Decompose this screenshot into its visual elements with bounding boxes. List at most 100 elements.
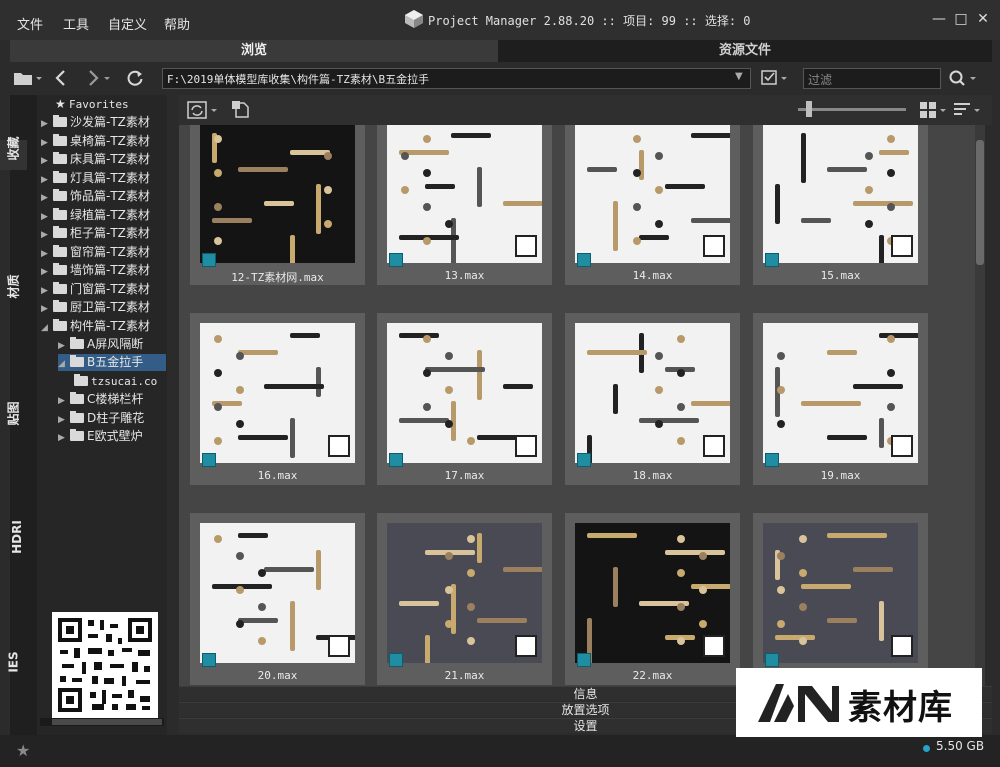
- tree-item[interactable]: ▶ 墙饰篇-TZ素材: [41, 262, 150, 279]
- tree-child-item[interactable]: ▶ A屏风隔断: [58, 336, 143, 353]
- thumbnail-card[interactable]: 23.max: [753, 513, 928, 685]
- chevron-right-icon[interactable]: ▶: [41, 135, 53, 152]
- handle-shape: [238, 533, 268, 538]
- maximize-button[interactable]: □: [952, 10, 970, 28]
- tree-item[interactable]: ◢ 构件篇-TZ素材: [41, 318, 150, 335]
- tree-item[interactable]: ▶ 桌椅篇-TZ素材: [41, 133, 150, 150]
- thumbnail-card[interactable]: 12-TZ素材网.max: [190, 125, 365, 285]
- chevron-right-icon[interactable]: ▶: [41, 264, 53, 281]
- search-icon[interactable]: [948, 69, 980, 87]
- vtab-materials[interactable]: 材质: [0, 274, 27, 308]
- tree-item[interactable]: ▶ 门窗篇-TZ素材: [41, 281, 150, 298]
- handle-shape: [238, 435, 288, 440]
- tab-assets[interactable]: 资源文件: [498, 40, 992, 62]
- tree-item-label: 灯具篇-TZ素材: [70, 170, 150, 185]
- forward-icon[interactable]: [86, 69, 114, 87]
- chevron-right-icon[interactable]: ▶: [58, 338, 70, 355]
- thumbnail-card[interactable]: 22.max: [565, 513, 740, 685]
- tree-item[interactable]: ▶ 沙发篇-TZ素材: [41, 114, 150, 131]
- knob-shape: [258, 637, 266, 645]
- chevron-right-icon[interactable]: ▶: [41, 301, 53, 318]
- thumbnail-card[interactable]: 17.max: [377, 313, 552, 485]
- handle-shape: [691, 584, 731, 589]
- sync-icon[interactable]: [186, 99, 220, 121]
- thumbnail-card[interactable]: 19.max: [753, 313, 939, 485]
- handle-shape: [212, 218, 252, 223]
- tree-child-item[interactable]: tzsucai.co: [74, 373, 157, 390]
- chevron-right-icon[interactable]: ▶: [41, 116, 53, 133]
- knob-shape: [236, 586, 244, 594]
- tree-favorites[interactable]: ★ Favorites: [55, 96, 129, 113]
- handle-shape: [801, 401, 861, 406]
- vtab-textures[interactable]: 贴图: [0, 401, 27, 435]
- star-icon[interactable]: ★: [16, 741, 30, 760]
- path-input[interactable]: F:\2019单体模型库收集\构件篇-TZ素材\B五金拉手: [162, 68, 751, 89]
- 3dsmax-file-icon: [765, 253, 779, 267]
- chevron-right-icon[interactable]: ▶: [41, 246, 53, 263]
- tree-item[interactable]: ▶ 床具篇-TZ素材: [41, 151, 150, 168]
- menu-file[interactable]: 文件: [17, 14, 43, 33]
- thumbnail-card[interactable]: 15.max: [753, 125, 928, 285]
- chevron-down-icon[interactable]: ◢: [41, 320, 53, 337]
- chevron-right-icon[interactable]: ▶: [58, 393, 70, 410]
- filter-input[interactable]: 过滤: [803, 68, 941, 89]
- thumbnail-card[interactable]: 20.max: [190, 513, 366, 685]
- vtab-favorites[interactable]: 收藏: [0, 136, 27, 170]
- chevron-right-icon[interactable]: ▶: [41, 172, 53, 189]
- tree-child-item[interactable]: ▶ D柱子雕花: [58, 410, 144, 427]
- thumbnail-card[interactable]: 18.max: [565, 313, 741, 485]
- thumbnail-card[interactable]: 14.max: [565, 125, 751, 285]
- tree-child-item[interactable]: ◢ B五金拉手: [58, 354, 166, 371]
- minimize-button[interactable]: —: [930, 10, 948, 28]
- tree-item[interactable]: ▶ 窗帘篇-TZ素材: [41, 244, 150, 261]
- vtab-ies[interactable]: IES: [0, 651, 27, 685]
- back-icon[interactable]: [53, 69, 69, 87]
- tree-child-item[interactable]: ▶ E欧式壁炉: [58, 428, 143, 445]
- chevron-right-icon[interactable]: ▶: [41, 227, 53, 244]
- refresh-icon[interactable]: [126, 69, 144, 87]
- tree-item[interactable]: ▶ 饰品篇-TZ素材: [41, 188, 150, 205]
- knob-shape: [677, 637, 685, 645]
- tab-browse[interactable]: 浏览: [10, 40, 498, 62]
- thumbnail-card[interactable]: 21.max: [377, 513, 563, 685]
- handle-shape: [775, 184, 780, 224]
- chevron-right-icon[interactable]: ▶: [58, 430, 70, 447]
- knob-shape: [236, 552, 244, 560]
- menu-help[interactable]: 帮助: [164, 14, 190, 33]
- add-model-icon[interactable]: [230, 99, 252, 121]
- chevron-right-icon[interactable]: ▶: [41, 283, 53, 300]
- chevron-right-icon[interactable]: ▶: [41, 209, 53, 226]
- tree-item[interactable]: ▶ 灯具篇-TZ素材: [41, 170, 150, 187]
- tree-item[interactable]: ▶ 绿植篇-TZ素材: [41, 207, 150, 224]
- tree-child-item[interactable]: ▶ C楼梯栏杆: [58, 391, 143, 408]
- chevron-right-icon[interactable]: ▶: [58, 412, 70, 429]
- handle-shape: [879, 333, 939, 338]
- folder-icon: [70, 355, 84, 367]
- vtab-hdri[interactable]: HDRI: [0, 520, 27, 560]
- chevron-right-icon[interactable]: ▶: [41, 190, 53, 207]
- selection-menu-icon[interactable]: [760, 69, 792, 87]
- folder-menu-icon[interactable]: [13, 69, 43, 87]
- menu-customize[interactable]: 自定义: [108, 14, 147, 33]
- menu-tools[interactable]: 工具: [63, 14, 89, 33]
- close-button[interactable]: ✕: [974, 10, 992, 28]
- chevron-right-icon[interactable]: ▶: [41, 153, 53, 170]
- thumbnail-card[interactable]: 13.max: [377, 125, 552, 285]
- knob-shape: [324, 186, 332, 194]
- tree-child-label: B五金拉手: [87, 355, 144, 369]
- grid-scrollbar-thumb[interactable]: [976, 140, 984, 265]
- slider-handle[interactable]: [806, 101, 812, 117]
- knob-shape: [236, 620, 244, 628]
- chevron-down-icon[interactable]: ▼: [735, 71, 743, 82]
- grid-view-icon[interactable]: [918, 100, 948, 120]
- thumbnail-size-slider[interactable]: [798, 108, 906, 111]
- sort-icon[interactable]: [952, 100, 982, 120]
- knob-shape: [655, 186, 663, 194]
- tree-item[interactable]: ▶ 柜子篇-TZ素材: [41, 225, 150, 242]
- chevron-down-icon[interactable]: ◢: [58, 356, 70, 373]
- thumbnail-card[interactable]: 16.max: [190, 313, 365, 485]
- tree-item[interactable]: ▶ 厨卫篇-TZ素材: [41, 299, 150, 316]
- tree-scrollbar-thumb[interactable]: [52, 719, 162, 725]
- knob-shape: [655, 420, 663, 428]
- folder-icon: [53, 133, 67, 146]
